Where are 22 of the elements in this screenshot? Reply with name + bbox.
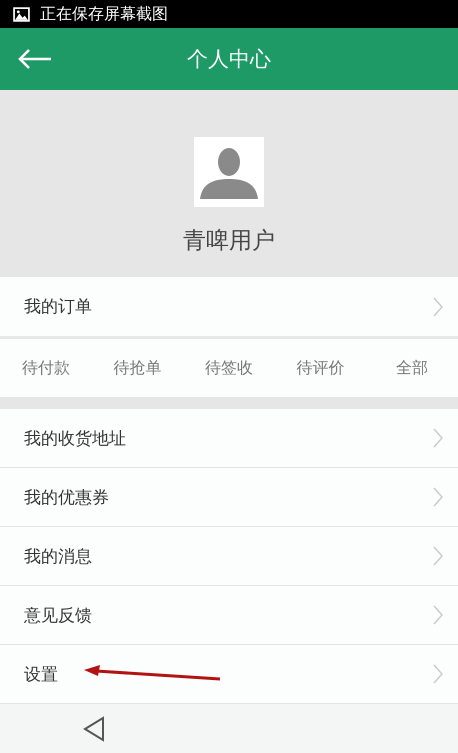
chevron-icon [433, 296, 443, 316]
order-status-tab[interactable]: 全部 [366, 358, 458, 378]
user-name: 青啤用户 [183, 227, 275, 256]
chevron-icon [433, 546, 443, 566]
order-status-tab[interactable]: 待评价 [274, 358, 366, 378]
menu-item[interactable]: 设置 [0, 645, 458, 704]
back-icon[interactable] [83, 716, 105, 742]
order-status-tab[interactable]: 待抢单 [92, 358, 184, 378]
image-icon [13, 6, 30, 22]
order-status-tab[interactable]: 待签收 [183, 358, 275, 378]
status-notification: 正在保存屏幕截图 [40, 4, 168, 24]
page-title: 个人中心 [187, 46, 271, 73]
chevron-icon [433, 664, 443, 684]
menu-item[interactable]: 我的收货地址 [0, 409, 458, 468]
menu-item[interactable]: 意见反馈 [0, 586, 458, 645]
chevron-icon [433, 605, 443, 625]
order-status-tab[interactable]: 待付款 [0, 358, 92, 378]
menu-item[interactable]: 我的优惠券 [0, 468, 458, 527]
chevron-icon [433, 428, 443, 448]
avatar-icon[interactable] [194, 137, 264, 207]
chevron-icon [433, 487, 443, 507]
menu-item[interactable]: 我的消息 [0, 527, 458, 586]
